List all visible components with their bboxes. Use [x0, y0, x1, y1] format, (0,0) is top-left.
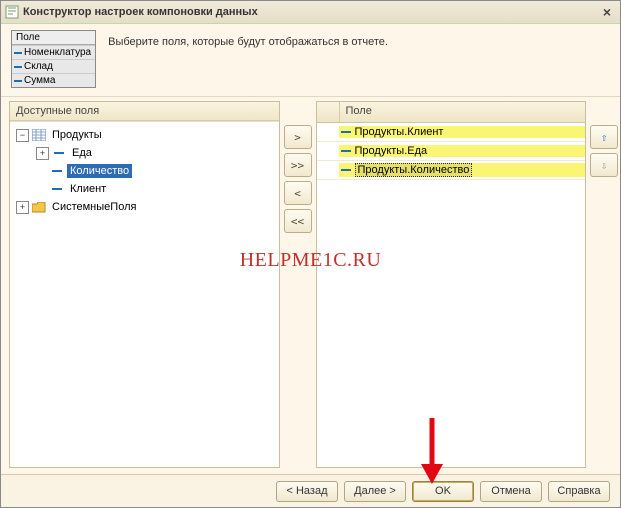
- titlebar: Конструктор настроек компоновки данных ×: [1, 1, 620, 24]
- transfer-buttons: > >> < <<: [284, 101, 312, 468]
- field-preview-row: Номенклатура: [12, 45, 95, 59]
- cancel-button[interactable]: Отмена: [480, 481, 542, 502]
- field-preview-table: Поле Номенклатура Склад Сумма: [11, 30, 96, 88]
- ok-button[interactable]: OK: [412, 481, 474, 502]
- field-preview-row: Сумма: [12, 73, 95, 87]
- move-up-button[interactable]: ⇧: [590, 125, 618, 149]
- help-button[interactable]: Справка: [548, 481, 610, 502]
- grid-row[interactable]: Продукты.Еда: [317, 142, 586, 161]
- tree-node-products[interactable]: − Продукты: [12, 126, 277, 144]
- next-button[interactable]: Далее >: [344, 481, 406, 502]
- tree-node-system[interactable]: + СистемныеПоля: [12, 198, 277, 216]
- tree-node-food[interactable]: + Еда: [12, 144, 277, 162]
- move-down-button[interactable]: ⇩: [590, 153, 618, 177]
- available-fields-panel: Доступные поля − Продукты + Еда: [9, 101, 280, 468]
- selected-fields-header: Поле: [317, 102, 586, 123]
- grid-row-selected[interactable]: Продукты.Количество: [317, 161, 586, 180]
- field-dash-icon: [14, 80, 22, 82]
- instruction-text: Выберите поля, которые будут отображатьс…: [108, 30, 388, 48]
- selected-fields-panel: Поле Продукты.Клиент Продукты.Еда Продук…: [316, 101, 587, 468]
- remove-all-button[interactable]: <<: [284, 209, 312, 233]
- add-all-button[interactable]: >>: [284, 153, 312, 177]
- app-icon: [5, 5, 19, 19]
- field-dash-icon: [14, 66, 22, 68]
- back-button[interactable]: < Назад: [276, 481, 338, 502]
- order-buttons: ⇧ ⇩: [590, 101, 612, 468]
- selected-fields-grid[interactable]: Продукты.Клиент Продукты.Еда Продукты.Ко…: [317, 123, 586, 467]
- field-dash-icon: [341, 131, 351, 133]
- table-icon: [32, 129, 46, 141]
- field-preview-row: Склад: [12, 59, 95, 73]
- tree-node-quantity[interactable]: Количество: [12, 162, 277, 180]
- collapse-icon[interactable]: −: [16, 129, 29, 142]
- expand-icon[interactable]: +: [16, 201, 29, 214]
- folder-icon: [32, 201, 46, 213]
- field-dash-icon: [50, 165, 64, 177]
- remove-button[interactable]: <: [284, 181, 312, 205]
- field-dash-icon: [14, 52, 22, 54]
- add-button[interactable]: >: [284, 125, 312, 149]
- field-dash-icon: [52, 147, 66, 159]
- available-fields-header: Доступные поля: [10, 102, 279, 121]
- expand-icon[interactable]: +: [36, 147, 49, 160]
- available-fields-tree[interactable]: − Продукты + Еда Количество: [10, 121, 279, 467]
- footer-buttons: < Назад Далее > OK Отмена Справка: [1, 474, 620, 507]
- field-dash-icon: [341, 169, 351, 171]
- tree-node-client[interactable]: Клиент: [12, 180, 277, 198]
- field-dash-icon: [341, 150, 351, 152]
- grid-row[interactable]: Продукты.Клиент: [317, 123, 586, 142]
- top-info: Поле Номенклатура Склад Сумма Выберите п…: [1, 24, 620, 97]
- window-title: Конструктор настроек компоновки данных: [23, 6, 598, 18]
- field-dash-icon: [50, 183, 64, 195]
- close-icon[interactable]: ×: [598, 4, 616, 20]
- field-preview-header: Поле: [12, 31, 95, 45]
